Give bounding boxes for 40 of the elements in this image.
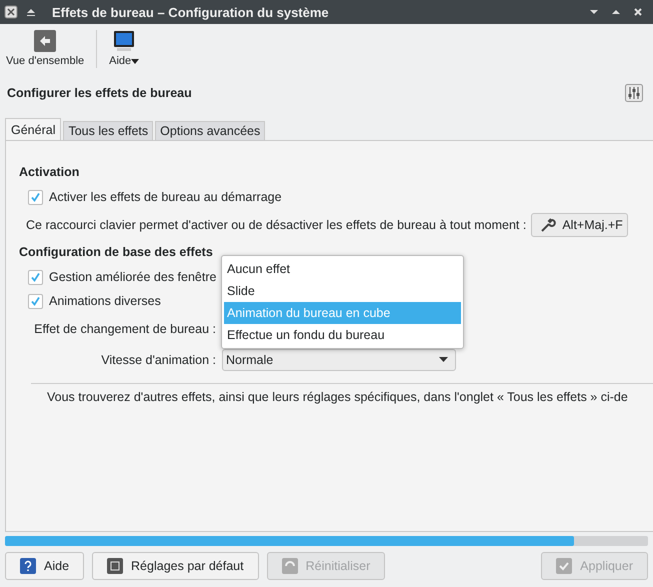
field-label: Vitesse d'animation : — [100, 352, 217, 366]
wrench-icon — [540, 217, 556, 233]
menu-item[interactable]: Effectue un fondu du bureau — [224, 324, 461, 346]
keep-above-icon[interactable] — [26, 7, 36, 17]
settings-button[interactable] — [625, 84, 643, 102]
checkbox[interactable] — [28, 270, 43, 284]
section-title: Activation — [19, 165, 80, 179]
overview-button[interactable]: Vue d'ensemble — [4, 30, 86, 67]
tab[interactable]: Tous les effets — [63, 121, 154, 140]
monitor-icon — [113, 30, 136, 52]
minimize-icon[interactable] — [589, 7, 599, 17]
dropdown[interactable]: Normale — [222, 348, 456, 370]
checkmark-icon — [556, 558, 572, 574]
maximize-icon[interactable] — [611, 7, 621, 17]
menu-item[interactable]: Aucun effet — [224, 258, 461, 280]
menu-item[interactable]: Slide — [224, 280, 461, 302]
dialog-button[interactable]: Aide — [5, 552, 84, 580]
square-icon — [107, 558, 124, 574]
checkbox[interactable] — [28, 190, 43, 204]
tab[interactable]: Général — [5, 118, 62, 140]
window-title: Effets de bureau – Configuration du système — [52, 4, 330, 20]
info-text: Vous trouverez d'autres effets, ainsi que leurs réglages spécifiques, dans l'onglet « Tous les effets » ci-de — [47, 390, 629, 404]
caret-icon — [439, 357, 448, 362]
shortcut-button[interactable]: Alt+Maj.+F — [531, 213, 628, 237]
help-icon — [20, 558, 36, 574]
app-icon[interactable] — [4, 5, 18, 19]
checkbox[interactable] — [28, 294, 43, 308]
checkbox-label: Gestion améliorée des fenêtre — [49, 270, 216, 284]
undo-icon — [282, 558, 298, 574]
caret-icon — [131, 59, 140, 64]
dialog-button[interactable]: Réglages par défaut — [92, 552, 259, 580]
shortcut-label: Ce raccourci clavier permet d'activer ou de désactiver les effets de bureau à tout moment : — [26, 218, 526, 232]
checkbox-label: Animations diverses — [49, 294, 161, 308]
page-heading: Configurer les effets de bureau — [7, 86, 192, 100]
checkbox-label: Activer les effets de bureau au démarrage — [49, 190, 282, 204]
tab[interactable]: Options avancées — [155, 121, 266, 140]
section-title: Configuration de base des effets — [19, 245, 214, 259]
field-label: Effet de changement de bureau : — [33, 322, 217, 336]
help-menu-button[interactable]: Aide — [107, 30, 142, 67]
close-icon[interactable] — [633, 7, 643, 17]
